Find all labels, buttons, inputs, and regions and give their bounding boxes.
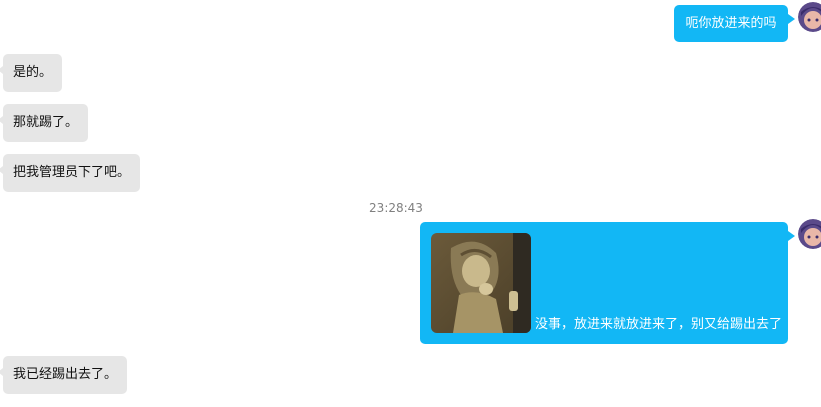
message-text: 没事，放进来就放进来了，别又给踢出去了 [535,317,783,332]
user-avatar-icon[interactable] [798,2,821,32]
shared-image[interactable] [431,233,531,333]
message-bubble-incoming[interactable]: 把我管理员下了吧。 [3,154,141,192]
avatar-image [798,2,821,32]
message-bubble-outgoing-image[interactable]: 没事，放进来就放进来了，别又给踢出去了 [420,222,788,344]
message-bubble-outgoing[interactable]: 呃你放进来的吗 [674,5,788,42]
message-text: 呃你放进来的吗 [685,16,777,31]
avatar-image [798,219,821,249]
bubble-tail [788,231,795,241]
user-avatar-icon[interactable] [798,219,821,249]
message-text: 把我管理员下了吧。 [13,165,131,180]
message-text: 我已经踢出去了。 [13,367,118,382]
message-bubble-incoming[interactable]: 是的。 [3,54,63,92]
message-timestamp: 23:28:43 [369,201,423,215]
chat-window: 呃你放进来的吗 是的。 那就踢了。 把我管理员下了吧。 23:28:43 没事，… [0,0,821,407]
message-bubble-incoming[interactable]: 那就踢了。 [3,104,89,142]
message-bubble-incoming[interactable]: 我已经踢出去了。 [3,356,128,394]
bubble-tail [788,14,795,24]
anime-girl-image [431,233,531,333]
message-text: 是的。 [13,65,53,80]
message-text: 那就踢了。 [13,115,79,130]
